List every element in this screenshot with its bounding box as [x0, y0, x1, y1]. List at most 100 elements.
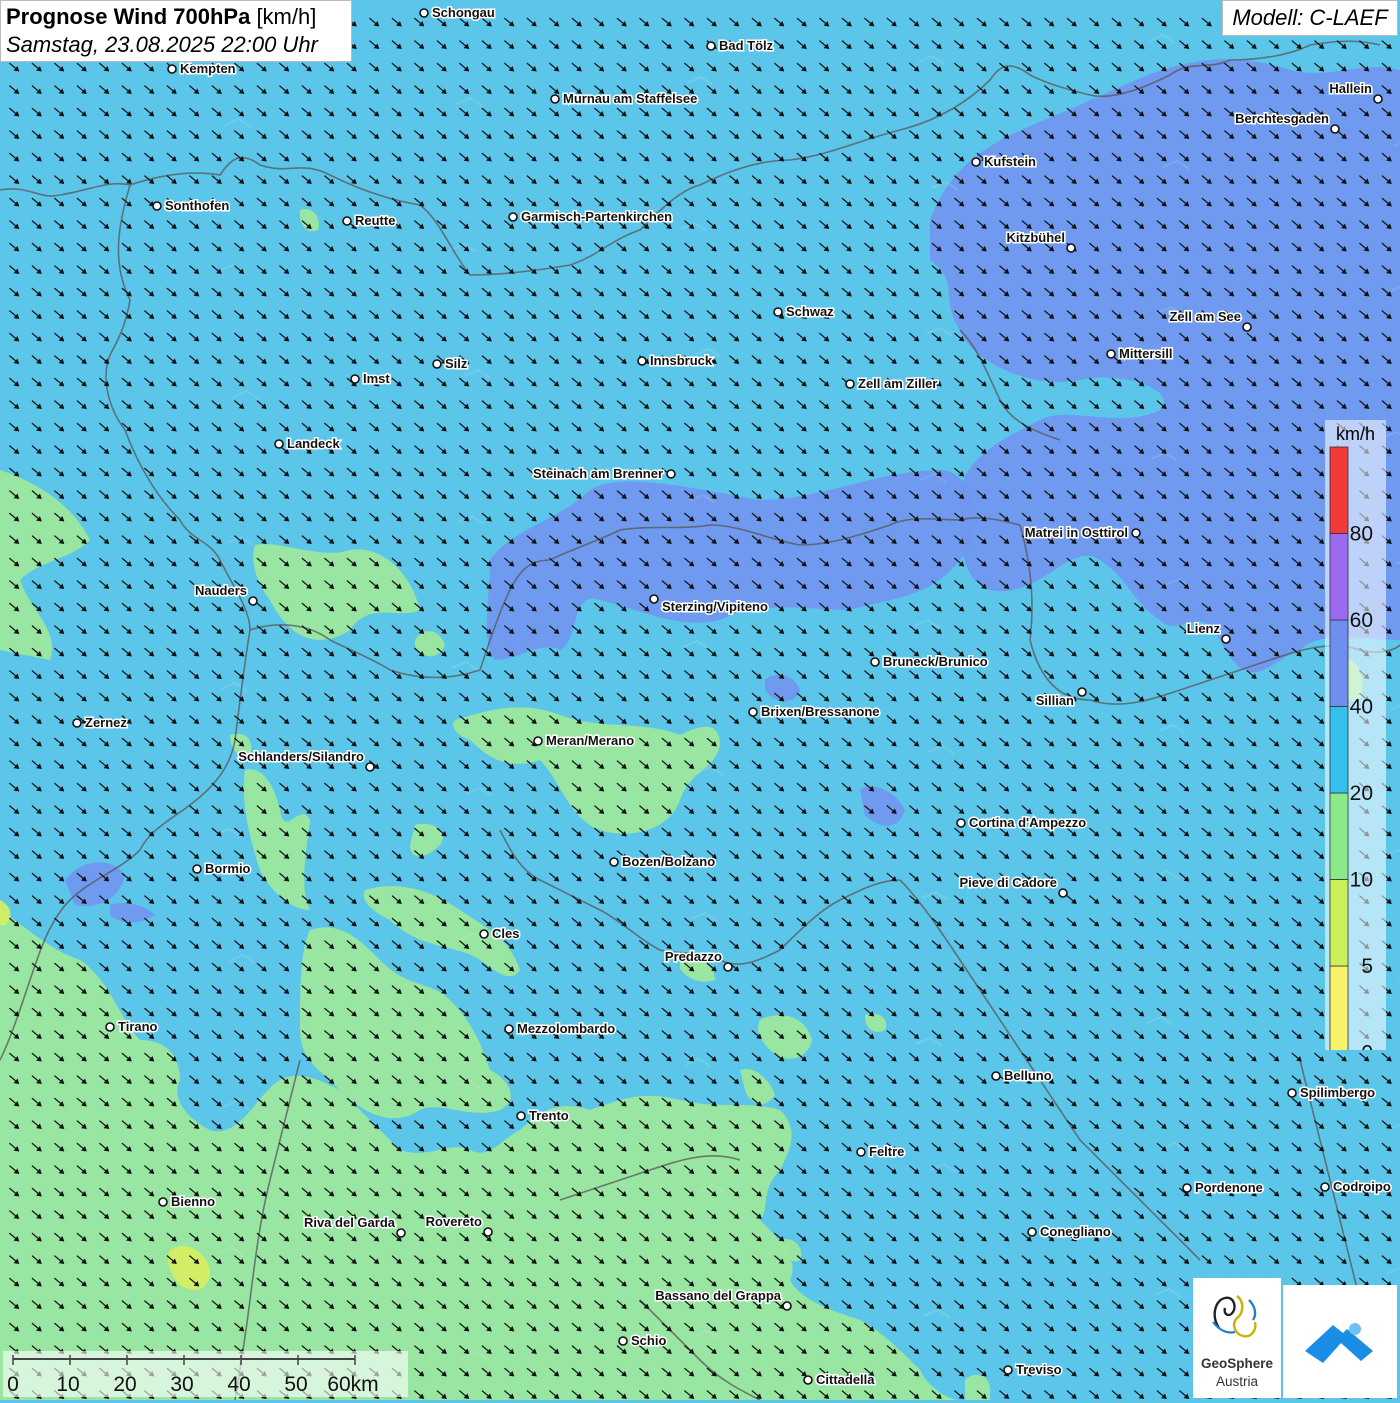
place-label: Schwaz	[786, 304, 834, 319]
place-dot-icon	[957, 819, 965, 827]
place-label: Kempten	[180, 61, 236, 76]
scale-label: 50	[284, 1373, 307, 1396]
scale-label: 60km	[327, 1373, 378, 1396]
map-title: Prognose Wind 700hPa [km/h]	[6, 3, 346, 31]
place-label: Landeck	[287, 436, 341, 451]
legend-tick-label: 40	[1350, 696, 1373, 719]
place-dot-icon	[749, 708, 757, 716]
place-label: Cittadella	[816, 1372, 875, 1387]
legend-swatch	[1330, 534, 1348, 621]
place-dot-icon	[534, 737, 542, 745]
place-label: Feltre	[869, 1144, 904, 1159]
place-dot-icon	[420, 9, 428, 17]
place-sonthofen: Sonthofen	[153, 198, 229, 213]
geosphere-logo: GeoSphere Austria	[1193, 1278, 1281, 1398]
app-mountain-icon	[1283, 1285, 1397, 1398]
legend-tick-label: 10	[1350, 869, 1373, 892]
place-label: Bozen/Bolzano	[622, 854, 715, 869]
model-label: Modell: C-LAEF	[1222, 0, 1398, 36]
place-dot-icon	[846, 380, 854, 388]
legend-tick-label: 0	[1361, 1042, 1373, 1051]
place-dot-icon	[249, 597, 257, 605]
place-label: Matrei in Osttirol	[1025, 525, 1128, 540]
place-schongau: Schongau	[420, 5, 495, 20]
place-label: Zernez	[85, 715, 127, 730]
place-dot-icon	[1331, 125, 1339, 133]
place-dot-icon	[480, 930, 488, 938]
place-label: Lienz	[1187, 621, 1221, 636]
place-label: Sonthofen	[165, 198, 229, 213]
place-label: Predazzo	[665, 949, 722, 964]
place-dot-icon	[992, 1072, 1000, 1080]
place-label: Belluno	[1004, 1068, 1052, 1083]
legend-swatch	[1330, 793, 1348, 880]
place-dot-icon	[397, 1229, 405, 1237]
place-label: Zell am Ziller	[858, 376, 937, 391]
place-label: Mezzolombardo	[517, 1021, 615, 1036]
place-dot-icon	[1059, 889, 1067, 897]
place-dot-icon	[153, 202, 161, 210]
place-label: Imst	[363, 371, 390, 386]
place-dot-icon	[650, 595, 658, 603]
place-dot-icon	[707, 42, 715, 50]
place-label: Innsbruck	[650, 353, 713, 368]
place-dot-icon	[1288, 1089, 1296, 1097]
place-label: Reutte	[355, 213, 395, 228]
place-dot-icon	[1078, 688, 1086, 696]
place-dot-icon	[619, 1337, 627, 1345]
place-dot-icon	[106, 1023, 114, 1031]
scale-label: 30	[170, 1373, 193, 1396]
legend-tick-label: 80	[1350, 523, 1373, 546]
legend-tick-label: 60	[1350, 609, 1373, 632]
place-label: Codroipo	[1333, 1179, 1391, 1194]
place-dot-icon	[343, 217, 351, 225]
place-dot-icon	[366, 763, 374, 771]
place-label: Silz	[445, 356, 468, 371]
title-unit: [km/h]	[256, 4, 316, 29]
scale-bar: 0102030405060km	[3, 1351, 408, 1397]
place-dot-icon	[505, 1025, 513, 1033]
place-dot-icon	[275, 440, 283, 448]
legend-swatch	[1330, 966, 1348, 1050]
place-label: Rovereto	[426, 1214, 482, 1229]
title-main: Prognose Wind 700hPa	[6, 4, 250, 29]
place-label: Schlanders/Silandro	[238, 749, 364, 764]
place-matrei-in-osttirol: Matrei in Osttirol	[1025, 525, 1140, 540]
place-label: Hallein	[1329, 81, 1372, 96]
place-dot-icon	[610, 858, 618, 866]
place-label: Mittersill	[1119, 346, 1172, 361]
forecast-datetime: Samstag, 23.08.2025 22:00 Uhr	[6, 31, 346, 59]
scale-label: 20	[113, 1373, 136, 1396]
place-dot-icon	[1243, 323, 1251, 331]
legend-swatch	[1330, 880, 1348, 967]
place-label: Pordenone	[1195, 1180, 1263, 1195]
scale-label: 10	[56, 1373, 79, 1396]
place-pordenone: Pordenone	[1183, 1180, 1263, 1195]
place-label: Sterzing/Vipiteno	[662, 599, 768, 614]
place-label: Bruneck/Brunico	[883, 654, 988, 669]
place-label: Tirano	[118, 1019, 158, 1034]
legend-scale: 051020406080	[1325, 420, 1386, 1050]
place-label: Meran/Merano	[546, 733, 634, 748]
place-zell-am-ziller: Zell am Ziller	[846, 376, 937, 391]
place-dot-icon	[517, 1112, 525, 1120]
place-dot-icon	[433, 360, 441, 368]
place-label: Murnau am Staffelsee	[563, 91, 697, 106]
place-label: Schio	[631, 1333, 666, 1348]
place-dot-icon	[1028, 1228, 1036, 1236]
legend-swatch	[1330, 707, 1348, 794]
place-bozen-bolzano: Bozen/Bolzano	[610, 854, 715, 869]
place-dot-icon	[1183, 1184, 1191, 1192]
wind-map[interactable]: Schongau Bad Tölz Kempten Murnau am Staffel…	[0, 0, 1400, 1400]
place-label: Schongau	[432, 5, 495, 20]
place-label: Nauders	[195, 583, 247, 598]
place-dot-icon	[193, 865, 201, 873]
place-conegliano: Conegliano	[1028, 1224, 1111, 1239]
place-dot-icon	[857, 1148, 865, 1156]
place-label: Bad Tölz	[719, 38, 774, 53]
place-dot-icon	[972, 158, 980, 166]
place-dot-icon	[159, 1198, 167, 1206]
place-label: Treviso	[1016, 1362, 1062, 1377]
place-dot-icon	[1067, 244, 1075, 252]
place-dot-icon	[551, 95, 559, 103]
